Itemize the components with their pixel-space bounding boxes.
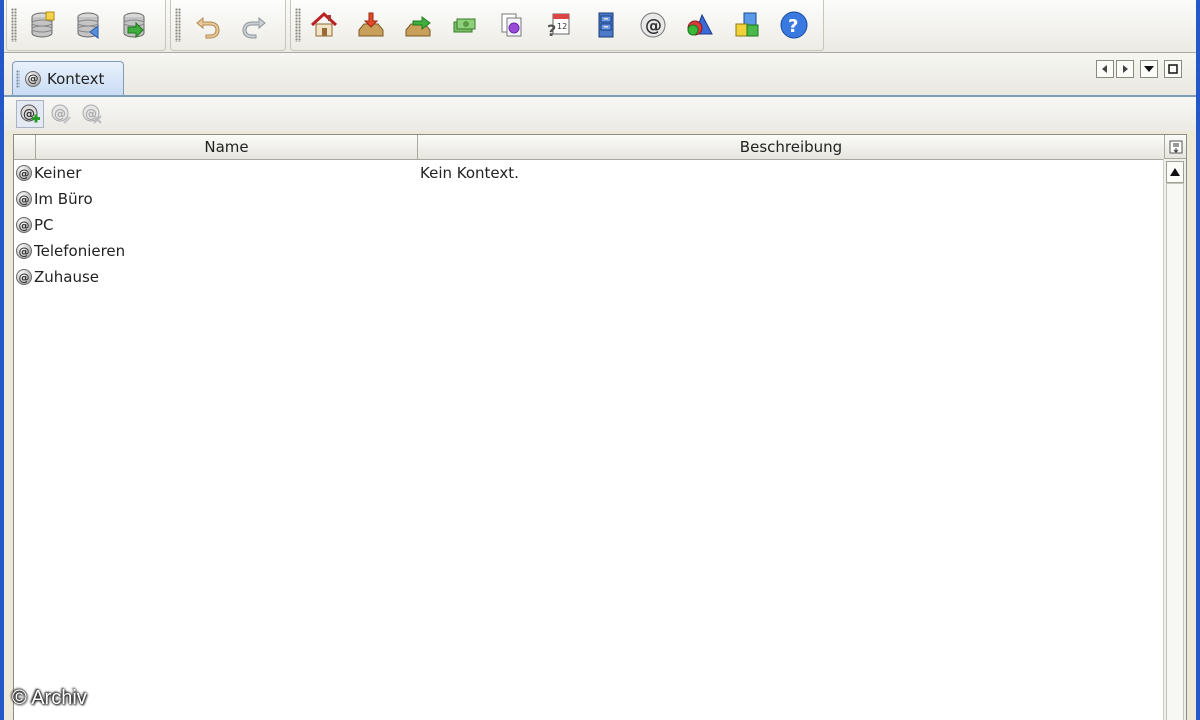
context-name: Im Büro: [34, 190, 93, 208]
money-icon[interactable]: [448, 7, 482, 43]
inbox-import-icon[interactable]: [354, 7, 388, 43]
toolbar-group-views: 12? @ ?: [290, 0, 824, 51]
scroll-tabs-right-button[interactable]: [1116, 60, 1134, 78]
home-icon[interactable]: [307, 7, 341, 43]
redo-icon[interactable]: [237, 7, 271, 43]
context-name: Zuhause: [34, 268, 100, 286]
arrow-left-icon: [1102, 65, 1107, 73]
context-description: Kein Kontext.: [420, 164, 519, 182]
toolbar-grip[interactable]: [295, 8, 301, 42]
context-at-icon: @: [16, 217, 32, 233]
toolbar-group-database: [6, 0, 166, 51]
triangle-down-icon: [1144, 66, 1154, 72]
toolbar-grip[interactable]: [11, 8, 17, 42]
table-header: Name Beschreibung: [14, 135, 1164, 160]
tab-label: Kontext: [47, 69, 105, 88]
context-at-icon: @: [16, 243, 32, 259]
tab-list-button[interactable]: [1140, 60, 1158, 78]
context-at-icon: @: [16, 165, 32, 181]
table-row[interactable]: @ Telefonieren: [14, 238, 1164, 264]
database-save-icon[interactable]: [117, 7, 151, 43]
context-name: Telefonieren: [34, 242, 126, 260]
triangle-up-icon: [1170, 168, 1180, 176]
tab-navigation: [1096, 60, 1182, 78]
at-context-icon[interactable]: @: [636, 7, 670, 43]
add-context-icon: @: [20, 104, 40, 123]
undo-icon[interactable]: [191, 7, 225, 43]
table-row[interactable]: @ Keiner Kein Kontext.: [14, 160, 1164, 186]
shapes-icon[interactable]: [683, 7, 717, 43]
context-name: PC: [34, 216, 54, 234]
vertical-scrollbar[interactable]: [1163, 159, 1186, 720]
context-at-icon: @: [16, 191, 32, 207]
context-at-icon: @: [25, 70, 41, 87]
arrow-right-icon: [1123, 65, 1128, 73]
table-row[interactable]: @ Im Büro: [14, 186, 1164, 212]
view-tabstrip: @ Kontext: [4, 53, 1196, 97]
context-name: Keiner: [34, 164, 82, 182]
documents-icon[interactable]: [495, 7, 529, 43]
main-toolbar: 12? @ ?: [4, 0, 1196, 53]
tab-grip[interactable]: [16, 70, 20, 88]
edit-context-icon: @: [51, 104, 71, 124]
column-header-name[interactable]: Name: [36, 135, 418, 159]
svg-text:@: @: [54, 107, 66, 121]
add-context-button[interactable]: @: [16, 100, 44, 128]
calendar-help-icon[interactable]: 12?: [542, 7, 576, 43]
svg-text:@: @: [85, 107, 97, 121]
tab-kontext[interactable]: @ Kontext: [12, 61, 124, 95]
filing-cabinet-icon[interactable]: [589, 7, 623, 43]
scroll-track[interactable]: [1166, 183, 1184, 720]
context-table: Name Beschreibung @ Keiner Kein Kontext. …: [13, 134, 1187, 720]
database-open-icon[interactable]: [71, 7, 105, 43]
svg-text:@: @: [645, 16, 662, 36]
delete-context-button[interactable]: @: [78, 100, 106, 128]
context-at-icon: @: [16, 269, 32, 285]
delete-context-icon: @: [82, 104, 102, 124]
window-frame-right: [1196, 0, 1200, 720]
scroll-tabs-left-button[interactable]: [1096, 60, 1114, 78]
column-chooser-icon: [1169, 140, 1182, 153]
toolbar-group-edit: [170, 0, 286, 51]
maximize-icon: [1168, 64, 1178, 74]
edit-context-button[interactable]: @: [47, 100, 75, 128]
copyright-watermark: © Archiv: [12, 687, 87, 709]
scroll-up-button[interactable]: [1166, 161, 1184, 183]
outbox-export-icon[interactable]: [401, 7, 435, 43]
window-frame-left: [0, 0, 4, 720]
table-row[interactable]: @ Zuhause: [14, 264, 1164, 290]
svg-text:?: ?: [547, 21, 556, 40]
column-chooser-button[interactable]: [1164, 135, 1186, 159]
toolbar-grip[interactable]: [175, 8, 181, 42]
maximize-button[interactable]: [1164, 60, 1182, 78]
cubes-icon[interactable]: [730, 7, 764, 43]
help-icon[interactable]: ?: [777, 7, 811, 43]
svg-text:?: ?: [788, 16, 798, 37]
column-header-description[interactable]: Beschreibung: [418, 135, 1164, 159]
database-new-icon[interactable]: [25, 7, 59, 43]
table-row[interactable]: @ PC: [14, 212, 1164, 238]
icon-column-header: [14, 135, 36, 159]
svg-text:12: 12: [557, 22, 567, 31]
context-toolbar: @ @ @: [4, 97, 1196, 131]
table-body: @ Keiner Kein Kontext. @ Im Büro @ PC @ Tele…: [14, 160, 1164, 290]
